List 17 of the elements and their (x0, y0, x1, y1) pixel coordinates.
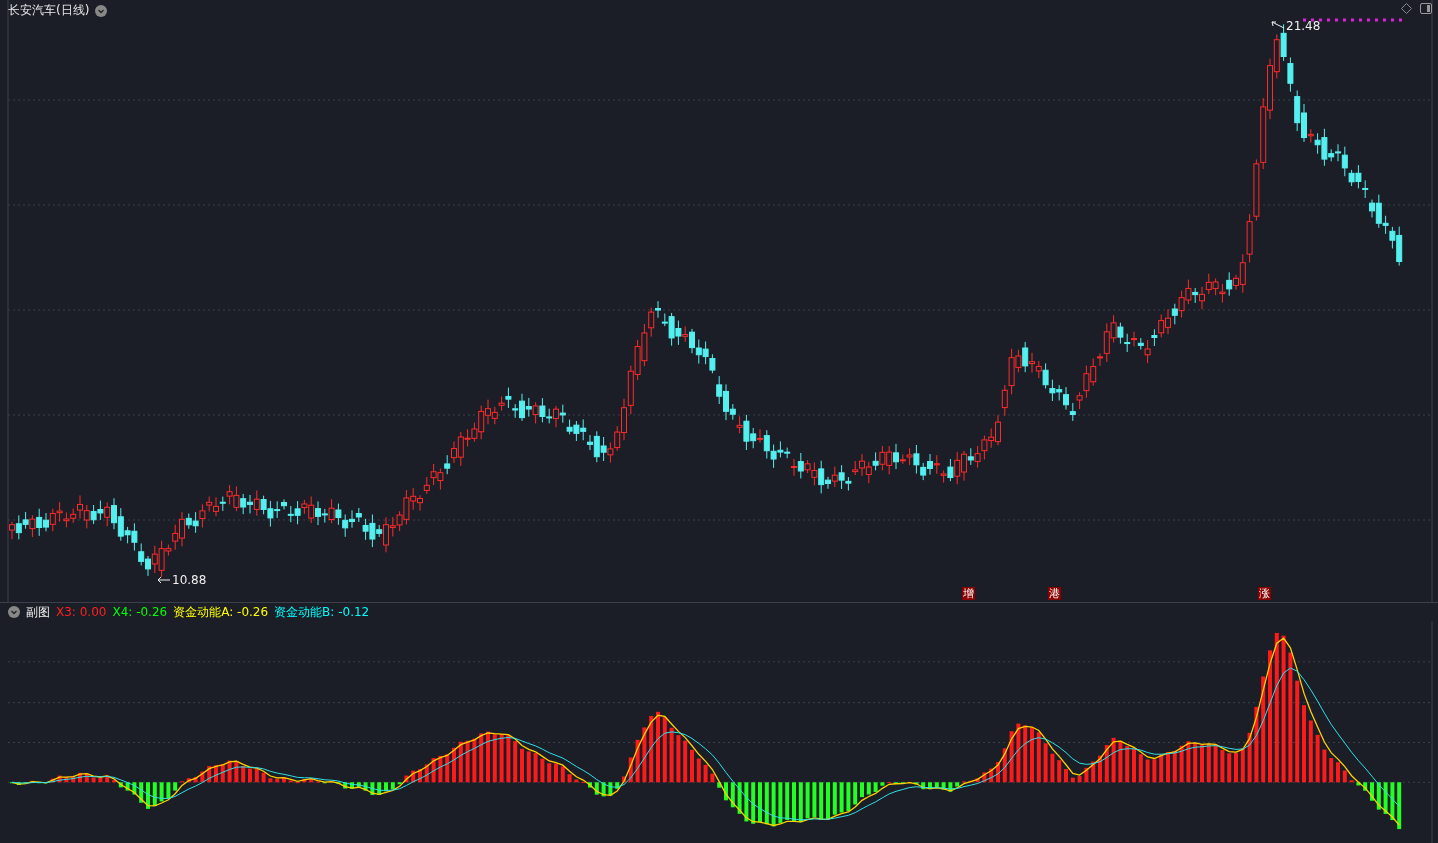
legend-item: 资金动能B: -0.12 (274, 603, 370, 621)
arrow-icon (157, 576, 171, 584)
chevron-down-icon[interactable] (8, 606, 20, 618)
legend-item: X3: 0.00 (56, 605, 107, 619)
signal-marker: 港 (1048, 587, 1061, 600)
arrow-icon (1271, 21, 1285, 31)
high-price-label: 21.48 (1286, 19, 1321, 33)
low-price-label: 10.88 (172, 573, 207, 587)
legend-item: 资金动能A: -0.26 (173, 603, 269, 621)
chevron-down-icon[interactable] (95, 4, 108, 17)
indicator-title: 副图 (26, 603, 50, 621)
signal-marker: 增 (962, 587, 975, 600)
signal-marker: 涨 (1258, 587, 1271, 600)
chart-title: 长安汽车(日线) (8, 2, 90, 19)
panel-toggle-icon[interactable] (1420, 3, 1432, 14)
legend-item: X4: -0.26 (112, 605, 168, 619)
diamond-icon[interactable] (1401, 3, 1412, 14)
